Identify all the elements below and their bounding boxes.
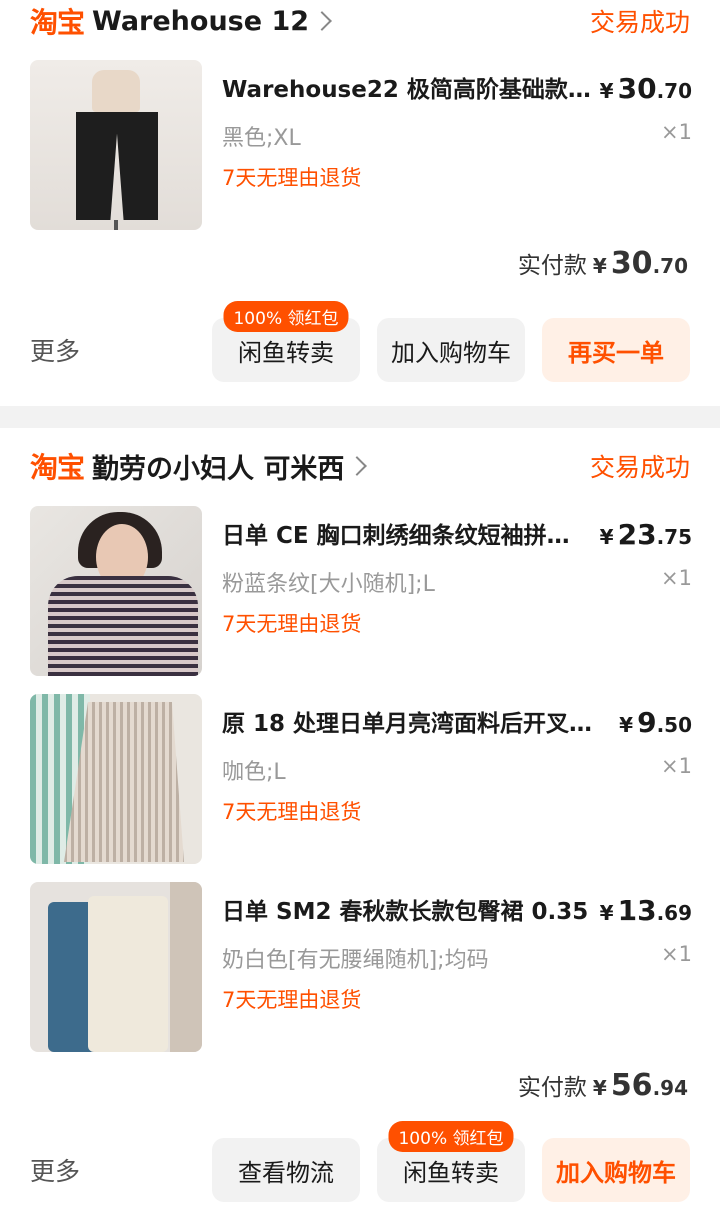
wall-shape xyxy=(170,882,202,1052)
currency-symbol: ¥ xyxy=(619,713,634,737)
shop-name[interactable]: 勤劳の小妇人 可米西 xyxy=(92,447,344,486)
paid-label: 实付款 xyxy=(517,253,587,279)
return-policy: 7天无理由退货 xyxy=(222,166,362,190)
order-card-2: 淘宝 勤劳の小妇人 可米西 交易成功 日单 CE 胸口刺绣细条纹短袖拼… ¥23… xyxy=(0,428,720,1226)
product-spec: 奶白色[有无腰绳随机];均码 xyxy=(222,948,489,973)
return-policy: 7天无理由退货 xyxy=(222,800,362,824)
order-actions: 更多 查看物流 100% 领红包 闲鱼转卖 加入购物车 xyxy=(30,1121,690,1202)
button-label: 加入购物车 xyxy=(556,1158,676,1187)
order-item[interactable]: 日单 CE 胸口刺绣细条纹短袖拼… ¥23.75 粉蓝条纹[大小随机];L ×1… xyxy=(0,506,720,676)
paid-decimal: .94 xyxy=(652,1076,688,1100)
shorts-shape xyxy=(76,112,158,220)
price-decimal: .50 xyxy=(656,713,692,737)
product-title[interactable]: 日单 CE 胸口刺绣细条纹短袖拼… xyxy=(222,516,612,550)
paid-amount: 实付款 ¥56.94 xyxy=(518,1068,688,1103)
paid-integer: 30 xyxy=(610,246,653,281)
button-label: 查看物流 xyxy=(238,1158,334,1187)
currency-symbol: ¥ xyxy=(599,525,614,549)
shop-header[interactable]: 淘宝 勤劳の小妇人 可米西 交易成功 xyxy=(0,428,720,488)
paid-amount: 实付款 ¥30.70 xyxy=(518,246,688,281)
product-spec: 黑色;XL xyxy=(222,126,301,151)
currency-symbol: ¥ xyxy=(599,79,614,103)
item-quantity: ×1 xyxy=(661,942,692,966)
xianyu-resell-button[interactable]: 100% 领红包 闲鱼转卖 xyxy=(377,1121,525,1202)
paid-label: 实付款 xyxy=(517,1075,587,1101)
currency-symbol: ¥ xyxy=(592,1076,607,1100)
xianyu-resell-button[interactable]: 100% 领红包 闲鱼转卖 xyxy=(212,301,360,382)
product-title[interactable]: 日单 SM2 春秋款长款包臀裙 0.35 xyxy=(222,892,612,926)
item-price: ¥23.75 xyxy=(600,518,692,551)
chevron-right-icon[interactable] xyxy=(312,11,332,31)
product-title[interactable]: 原 18 处理日单月亮湾面料后开叉… xyxy=(222,704,612,738)
product-title[interactable]: Warehouse22 极简高阶基础款… xyxy=(222,70,612,104)
chevron-right-icon[interactable] xyxy=(347,456,368,476)
order-card-1: 淘宝 Warehouse 12 交易成功 Warehouse22 极简高阶基础款… xyxy=(0,0,720,406)
paid-decimal: .70 xyxy=(652,254,688,278)
item-info: 日单 SM2 春秋款长款包臀裙 0.35 ¥13.69 奶白色[有无腰绳随机];… xyxy=(222,882,720,1052)
item-quantity: ×1 xyxy=(661,754,692,778)
price-integer: 9 xyxy=(637,706,657,739)
item-price: ¥13.69 xyxy=(600,894,692,927)
buy-again-button[interactable]: 再买一单 xyxy=(542,318,690,382)
product-thumbnail[interactable] xyxy=(30,60,202,230)
item-quantity: ×1 xyxy=(661,566,692,590)
product-spec: 粉蓝条纹[大小随机];L xyxy=(222,572,435,597)
button-label: 加入购物车 xyxy=(391,338,511,367)
currency-symbol: ¥ xyxy=(592,254,607,278)
product-thumbnail[interactable] xyxy=(30,882,202,1052)
order-item[interactable]: 原 18 处理日单月亮湾面料后开叉… ¥9.50 咖色;L ×1 7天无理由退货 xyxy=(0,694,720,864)
view-logistics-button[interactable]: 查看物流 xyxy=(212,1138,360,1202)
red-packet-badge: 100% 领红包 xyxy=(388,1121,514,1152)
price-decimal: .75 xyxy=(656,525,692,549)
shop-name[interactable]: Warehouse 12 xyxy=(92,6,309,37)
red-packet-badge: 100% 领红包 xyxy=(223,301,349,332)
item-info: Warehouse22 极简高阶基础款… ¥30.70 黑色;XL ×1 7天无… xyxy=(222,60,720,230)
item-price: ¥9.50 xyxy=(619,706,692,739)
paid-value: ¥30.70 xyxy=(593,246,688,281)
card-divider xyxy=(0,406,720,428)
price-integer: 13 xyxy=(617,894,657,927)
price-decimal: .69 xyxy=(656,901,692,925)
taobao-logo: 淘宝 xyxy=(30,451,85,484)
button-label: 闲鱼转卖 xyxy=(238,338,334,367)
price-integer: 30 xyxy=(617,72,657,105)
button-label: 再买一单 xyxy=(568,338,664,367)
return-policy: 7天无理由退货 xyxy=(222,612,362,636)
item-info: 日单 CE 胸口刺绣细条纹短袖拼… ¥23.75 粉蓝条纹[大小随机];L ×1… xyxy=(222,506,720,676)
price-integer: 23 xyxy=(617,518,657,551)
order-actions: 更多 100% 领红包 闲鱼转卖 加入购物车 再买一单 xyxy=(30,301,690,382)
more-button[interactable]: 更多 xyxy=(30,332,80,368)
more-button[interactable]: 更多 xyxy=(30,1152,80,1188)
product-spec: 咖色;L xyxy=(222,760,286,785)
paid-value: ¥56.94 xyxy=(593,1068,688,1103)
paid-integer: 56 xyxy=(610,1068,653,1103)
button-label: 闲鱼转卖 xyxy=(403,1158,499,1187)
currency-symbol: ¥ xyxy=(599,901,614,925)
item-quantity: ×1 xyxy=(661,120,692,144)
shirt-shape xyxy=(48,576,198,676)
return-policy: 7天无理由退货 xyxy=(222,988,362,1012)
product-thumbnail[interactable] xyxy=(30,506,202,676)
add-to-cart-button[interactable]: 加入购物车 xyxy=(542,1138,690,1202)
black-shorts-photo xyxy=(92,70,140,112)
price-decimal: .70 xyxy=(656,79,692,103)
order-item[interactable]: Warehouse22 极简高阶基础款… ¥30.70 黑色;XL ×1 7天无… xyxy=(0,60,720,230)
product-thumbnail[interactable] xyxy=(30,694,202,864)
order-status: 交易成功 xyxy=(589,453,690,482)
item-price: ¥30.70 xyxy=(600,72,692,105)
shop-header[interactable]: 淘宝 Warehouse 12 交易成功 xyxy=(0,0,720,42)
order-item[interactable]: 日单 SM2 春秋款长款包臀裙 0.35 ¥13.69 奶白色[有无腰绳随机];… xyxy=(0,882,720,1052)
order-status: 交易成功 xyxy=(589,8,690,37)
taobao-logo: 淘宝 xyxy=(30,6,85,39)
stand-shape xyxy=(114,220,118,230)
skirt-shape xyxy=(88,896,168,1052)
add-to-cart-button[interactable]: 加入购物车 xyxy=(377,318,525,382)
item-info: 原 18 处理日单月亮湾面料后开叉… ¥9.50 咖色;L ×1 7天无理由退货 xyxy=(222,694,720,864)
